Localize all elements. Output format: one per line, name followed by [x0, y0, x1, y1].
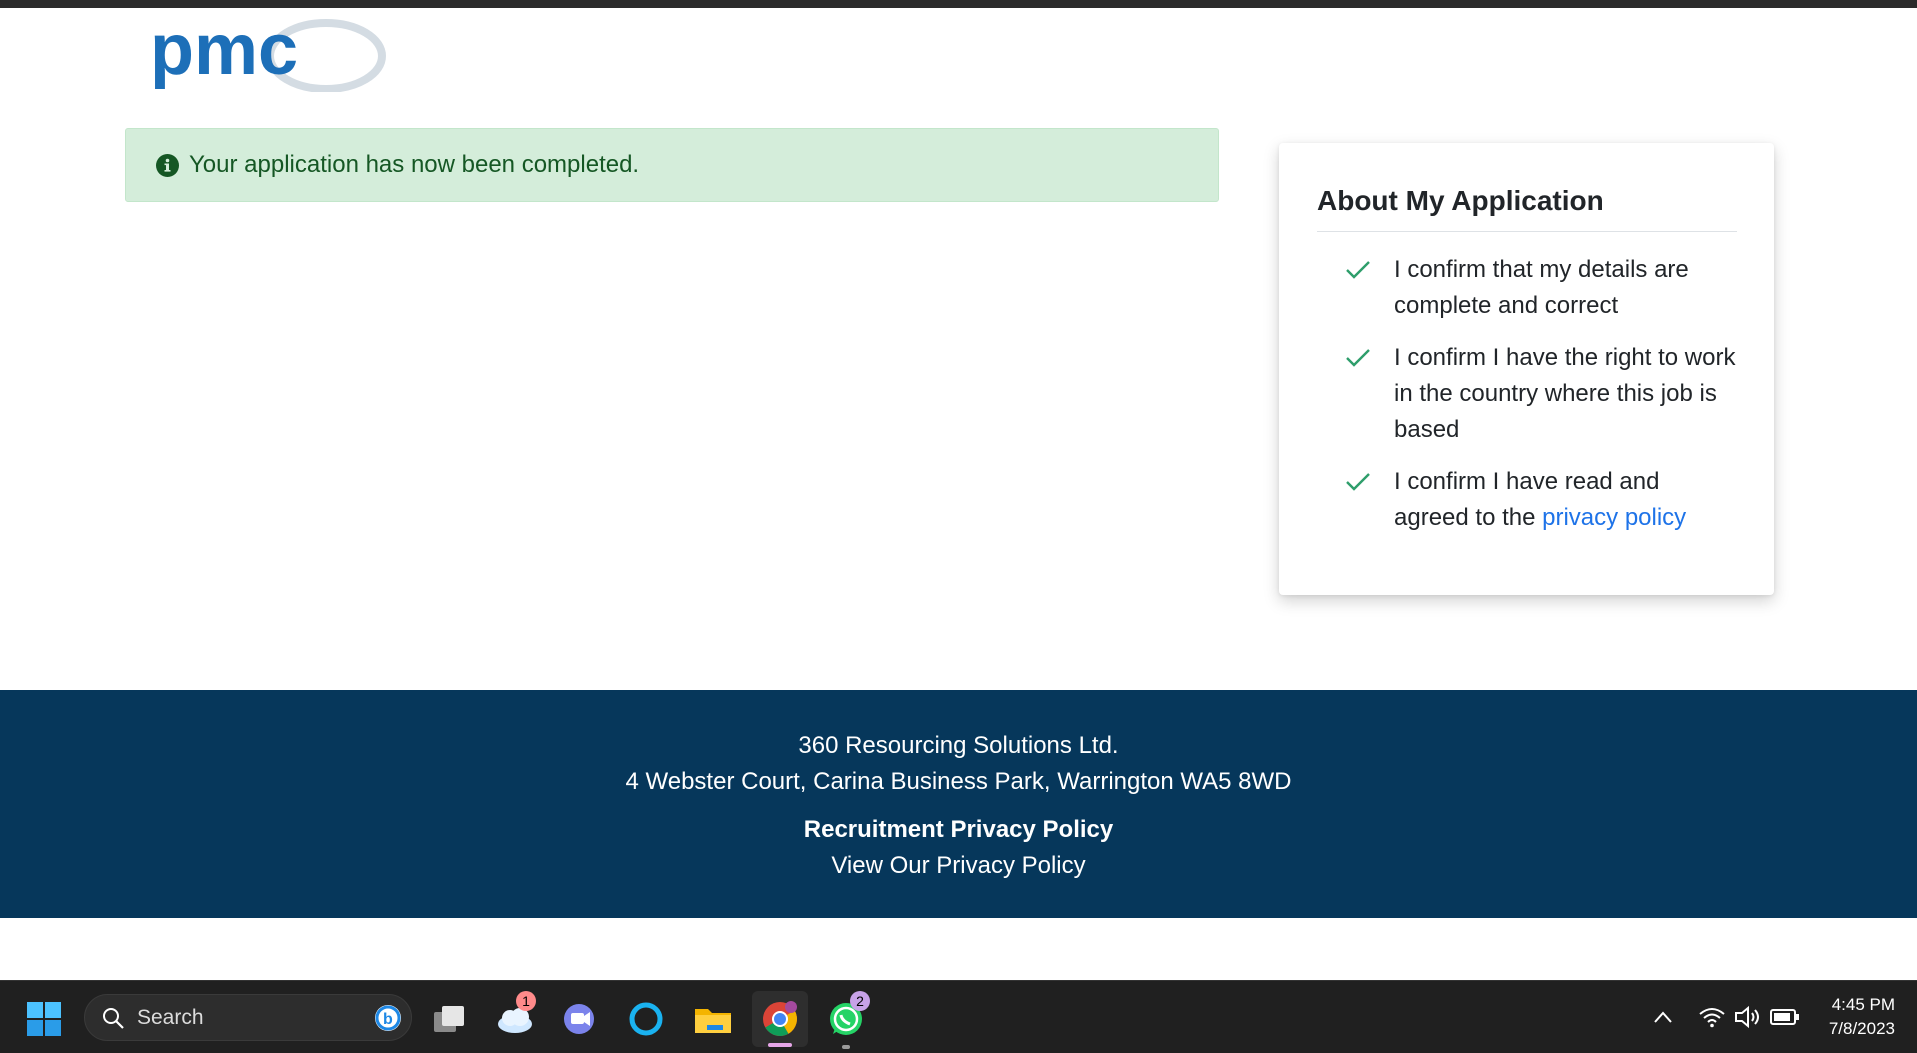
site-footer: 360 Resourcing Solutions Ltd. 4 Webster … [0, 690, 1917, 918]
browser-top-strip [0, 0, 1917, 8]
check-icon [1345, 464, 1375, 500]
chrome-active-indicator [768, 1043, 792, 1047]
card-title: About My Application [1317, 185, 1737, 232]
bing-icon[interactable]: b [373, 1003, 403, 1033]
whatsapp-icon[interactable]: 2 [824, 991, 870, 1049]
confirmation-list: I confirm that my details are complete a… [1317, 252, 1737, 536]
chevron-up-icon[interactable] [1650, 1005, 1676, 1029]
search-placeholder: Search [137, 1005, 204, 1029]
confirmation-text: I confirm that my details are complete a… [1394, 256, 1689, 319]
confirmation-item: I confirm I have the right to work in th… [1317, 340, 1737, 448]
confirmation-item: I confirm that my details are complete a… [1317, 252, 1737, 324]
footer-company: 360 Resourcing Solutions Ltd. [798, 732, 1119, 759]
teams-chat-icon[interactable] [560, 999, 600, 1039]
battery-icon[interactable] [1770, 1003, 1800, 1031]
whatsapp-badge: 2 [850, 991, 870, 1011]
about-application-card: About My Application I confirm that my d… [1279, 143, 1774, 595]
footer-policy-title: Recruitment Privacy Policy [803, 816, 1114, 843]
whatsapp-running-indicator [842, 1045, 850, 1049]
privacy-policy-link[interactable]: privacy policy [1542, 504, 1686, 531]
weather-widget-icon[interactable]: 1 [494, 991, 536, 1039]
info-icon [156, 153, 179, 177]
file-explorer-icon[interactable] [692, 999, 734, 1039]
confirmation-text: I confirm I have the right to work in th… [1394, 344, 1736, 443]
footer-address: 4 Webster Court, Carina Business Park, W… [625, 768, 1292, 795]
wifi-icon[interactable] [1698, 1003, 1726, 1031]
weather-badge: 1 [516, 991, 536, 1011]
chrome-icon[interactable] [752, 991, 808, 1047]
application-complete-alert: Your application has now been completed. [125, 128, 1219, 202]
check-icon [1345, 252, 1375, 288]
check-icon [1345, 340, 1375, 376]
alert-message: Your application has now been completed. [189, 151, 640, 178]
taskbar-search-box[interactable]: Search b [84, 994, 412, 1041]
clock-time: 4:45 PM [1831, 995, 1895, 1014]
confirmation-item: I confirm I have read and agreed to the … [1317, 464, 1737, 536]
windows-start-icon[interactable] [26, 1001, 62, 1037]
clock-date: 7/8/2023 [1828, 1019, 1895, 1038]
task-view-icon[interactable] [430, 999, 470, 1039]
confirmation-text-with-link: I confirm I have read and agreed to the … [1394, 464, 1737, 536]
cortana-icon[interactable] [626, 999, 666, 1039]
svg-text:b: b [383, 1011, 393, 1028]
volume-icon[interactable] [1734, 1003, 1762, 1031]
footer-privacy-link[interactable]: View Our Privacy Policy [0, 848, 1917, 884]
search-icon [101, 1006, 125, 1030]
windows-taskbar: Search b 1 2 4:45 PM 7/8/2023 [0, 980, 1917, 1053]
logo-text: pmc [150, 18, 298, 90]
system-clock[interactable]: 4:45 PM 7/8/2023 [1829, 993, 1895, 1041]
pmc-logo: pmc [146, 10, 386, 93]
